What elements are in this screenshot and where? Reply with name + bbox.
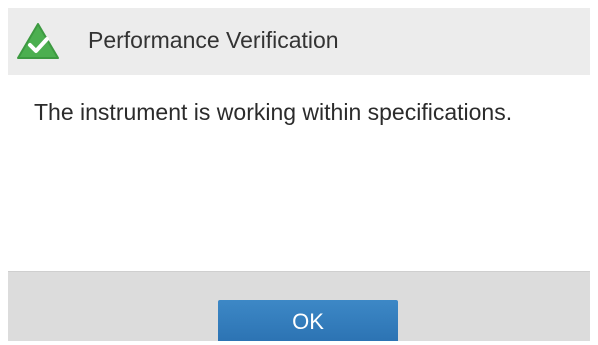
success-checkmark-icon xyxy=(16,22,60,60)
dialog-title: Performance Verification xyxy=(88,27,339,53)
dialog-message: The instrument is working within specifi… xyxy=(34,99,513,125)
dialog-title-bar: Performance Verification xyxy=(8,8,590,75)
dialog-footer: OK xyxy=(8,271,590,341)
ok-button[interactable]: OK xyxy=(218,300,398,341)
dialog-content: The instrument is working within specifi… xyxy=(8,75,590,271)
performance-verification-dialog: Performance Verification The instrument … xyxy=(8,8,590,341)
